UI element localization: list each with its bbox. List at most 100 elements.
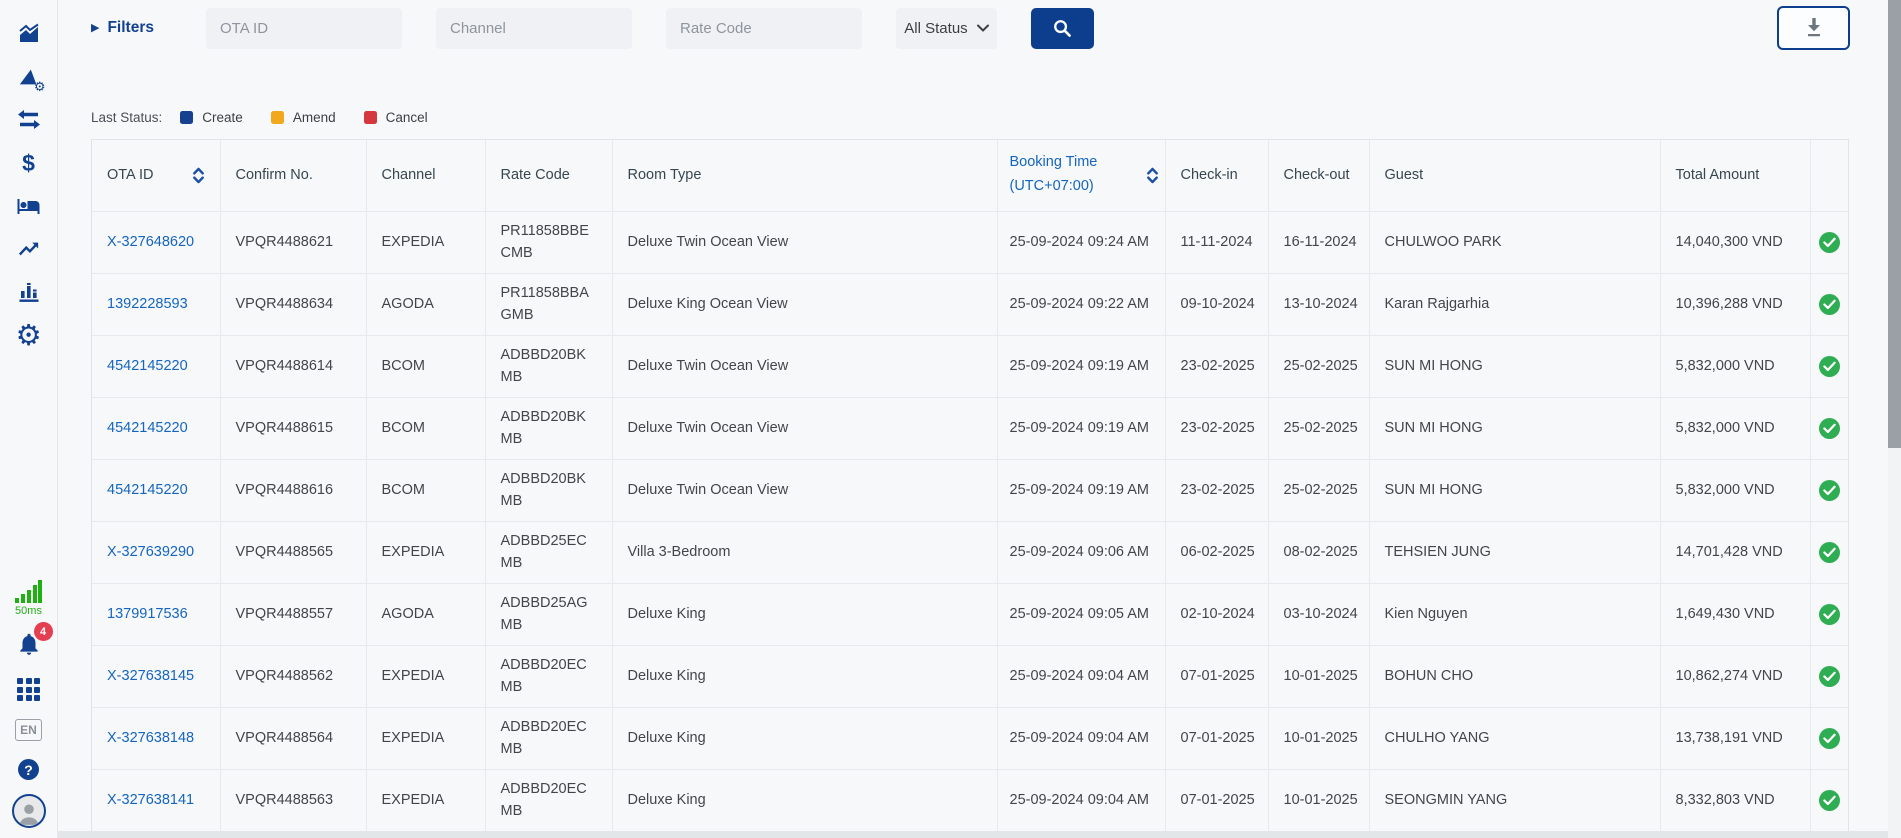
- create-swatch: [180, 111, 193, 124]
- channel-cell: BCOM: [366, 459, 485, 521]
- ota-id-link[interactable]: X-327638148: [107, 730, 194, 746]
- filters-expand-icon: ▶: [91, 23, 99, 34]
- ota-id-link[interactable]: 1379917536: [107, 606, 188, 622]
- col-header-check-out: Check-out: [1268, 140, 1369, 211]
- booking-time-cell: 25-09-2024 09:24 AM: [997, 211, 1165, 273]
- green-check-icon: [1819, 666, 1840, 687]
- rate-code-input[interactable]: [666, 8, 862, 49]
- check-out-cell: 10-01-2025: [1268, 645, 1369, 707]
- confirm-no-cell: VPQR4488562: [220, 645, 366, 707]
- confirm-no-cell: VPQR4488565: [220, 521, 366, 583]
- room-type-cell: Deluxe King: [612, 645, 997, 707]
- col-header-confirm-no: Confirm No.: [220, 140, 366, 211]
- sort-icon[interactable]: [1146, 166, 1159, 185]
- guest-cell: SUN MI HONG: [1369, 335, 1660, 397]
- rate-code-cell: ADBBD20BKMB: [485, 397, 612, 459]
- green-check-icon: [1819, 232, 1840, 253]
- channel-cell: AGODA: [366, 583, 485, 645]
- col-header-channel: Channel: [366, 140, 485, 211]
- legend-item-cancel: Cancel: [364, 110, 428, 125]
- settings-gear-icon[interactable]: ⚙: [14, 321, 44, 349]
- download-button[interactable]: [1777, 6, 1850, 50]
- total-amount-cell: 13,738,191 VND: [1660, 707, 1810, 769]
- status-dropdown[interactable]: All Status: [896, 8, 997, 49]
- room-type-cell: Deluxe King: [612, 769, 997, 831]
- check-out-cell: 08-02-2025: [1268, 521, 1369, 583]
- check-in-cell: 07-01-2025: [1165, 645, 1268, 707]
- table-row: 4542145220 VPQR4488615 BCOM ADBBD20BKMB …: [92, 397, 1848, 459]
- language-selector[interactable]: EN: [15, 719, 42, 741]
- status-cell: [1810, 645, 1848, 707]
- check-out-cell: 25-02-2025: [1268, 335, 1369, 397]
- rate-code-cell: ADBBD20ECMB: [485, 645, 612, 707]
- total-amount-cell: 5,832,000 VND: [1660, 335, 1810, 397]
- rate-code-cell: PR11858BBECMB: [485, 211, 612, 273]
- trending-up-icon[interactable]: [14, 235, 44, 263]
- green-check-icon: [1819, 418, 1840, 439]
- green-check-icon: [1819, 790, 1840, 811]
- col-header-status: [1810, 140, 1848, 211]
- ota-id-link[interactable]: X-327638145: [107, 668, 194, 684]
- ota-id-link[interactable]: X-327648620: [107, 234, 194, 250]
- channel-input[interactable]: [436, 8, 632, 49]
- ota-id-link[interactable]: X-327638141: [107, 792, 194, 808]
- status-cell: [1810, 397, 1848, 459]
- ota-id-input[interactable]: [206, 8, 402, 49]
- col-header-ota-id[interactable]: OTA ID: [92, 140, 220, 211]
- bed-icon[interactable]: [14, 192, 44, 220]
- guest-cell: BOHUN CHO: [1369, 645, 1660, 707]
- col-header-room-type: Room Type: [612, 140, 997, 211]
- swap-arrows-icon[interactable]: [14, 106, 44, 134]
- search-icon: [1051, 17, 1074, 40]
- cancel-swatch: [364, 111, 377, 124]
- green-check-icon: [1819, 728, 1840, 749]
- analytics-settings-icon[interactable]: ⚙: [14, 63, 44, 91]
- notifications-bell[interactable]: 4: [16, 631, 42, 662]
- ota-id-link[interactable]: 1392228593: [107, 296, 188, 312]
- help-icon[interactable]: ?: [18, 759, 39, 780]
- booking-time-cell: 25-09-2024 09:05 AM: [997, 583, 1165, 645]
- vertical-scrollbar-thumb[interactable]: [1888, 0, 1901, 448]
- apps-grid-icon[interactable]: [17, 678, 40, 701]
- main-content: ▶ Filters All Status Last Status: Create: [58, 0, 1901, 838]
- horizontal-scrollbar-track[interactable]: [58, 831, 1888, 838]
- ota-id-link[interactable]: X-327639290: [107, 544, 194, 560]
- room-type-cell: Deluxe King: [612, 583, 997, 645]
- col-header-check-in: Check-in: [1165, 140, 1268, 211]
- room-type-cell: Deluxe King Ocean View: [612, 273, 997, 335]
- user-avatar[interactable]: [12, 794, 46, 828]
- room-type-cell: Villa 3-Bedroom: [612, 521, 997, 583]
- table-body: X-327648620 VPQR4488621 EXPEDIA PR11858B…: [92, 211, 1848, 831]
- booking-time-cell: 25-09-2024 09:04 AM: [997, 769, 1165, 831]
- table-row: X-327639290 VPQR4488565 EXPEDIA ADBBD25E…: [92, 521, 1848, 583]
- legend-item-amend: Amend: [271, 110, 336, 125]
- booking-time-cell: 25-09-2024 09:19 AM: [997, 397, 1165, 459]
- area-chart-icon[interactable]: [14, 20, 44, 48]
- bar-chart-icon[interactable]: [14, 278, 44, 306]
- status-cell: [1810, 583, 1848, 645]
- table-row: X-327648620 VPQR4488621 EXPEDIA PR11858B…: [92, 211, 1848, 273]
- booking-time-cell: 25-09-2024 09:19 AM: [997, 335, 1165, 397]
- filter-bar: ▶ Filters All Status: [91, 7, 1901, 49]
- confirm-no-cell: VPQR4488621: [220, 211, 366, 273]
- mini-gear-icon: ⚙: [34, 81, 46, 94]
- channel-cell: EXPEDIA: [366, 769, 485, 831]
- room-type-cell: Deluxe King: [612, 707, 997, 769]
- sort-icon[interactable]: [192, 166, 205, 185]
- ota-id-link[interactable]: 4542145220: [107, 482, 188, 498]
- dollar-icon[interactable]: $: [14, 149, 44, 177]
- legend-item-create: Create: [180, 110, 243, 125]
- booking-time-cell: 25-09-2024 09:04 AM: [997, 645, 1165, 707]
- ota-id-link[interactable]: 4542145220: [107, 358, 188, 374]
- ota-id-link[interactable]: 4542145220: [107, 420, 188, 436]
- col-header-booking-time[interactable]: Booking Time (UTC+07:00): [997, 140, 1165, 211]
- filters-toggle[interactable]: ▶ Filters: [91, 19, 154, 37]
- guest-cell: Karan Rajgarhia: [1369, 273, 1660, 335]
- confirm-no-cell: VPQR4488615: [220, 397, 366, 459]
- channel-cell: EXPEDIA: [366, 707, 485, 769]
- room-type-cell: Deluxe Twin Ocean View: [612, 459, 997, 521]
- status-cell: [1810, 459, 1848, 521]
- search-button[interactable]: [1031, 8, 1094, 49]
- check-out-cell: 03-10-2024: [1268, 583, 1369, 645]
- guest-cell: SEONGMIN YANG: [1369, 769, 1660, 831]
